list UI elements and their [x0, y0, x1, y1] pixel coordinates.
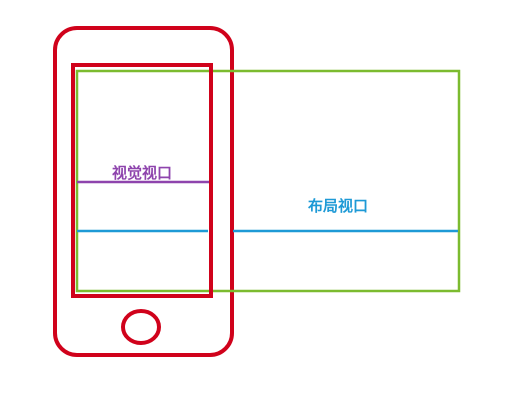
phone-home-button — [121, 309, 161, 345]
viewport-diagram: 视觉视口 布局视口 — [53, 26, 461, 357]
layout-viewport-label: 布局视口 — [308, 197, 368, 215]
phone-body — [53, 26, 234, 357]
visual-viewport-label: 视觉视口 — [112, 164, 172, 182]
